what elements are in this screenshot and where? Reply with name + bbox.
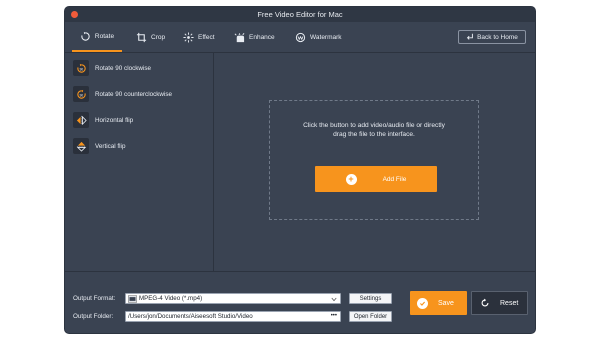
video-format-icon [128, 294, 137, 303]
svg-text:90: 90 [79, 67, 83, 71]
title-bar: Free Video Editor for Mac [65, 7, 535, 22]
chevron-down-icon [331, 297, 337, 302]
tab-rotate-label: Rotate [94, 32, 115, 40]
sidebar-item-label: Rotate 90 clockwise [95, 64, 151, 72]
vertical-flip-icon [76, 141, 86, 152]
sidebar-item-label: Rotate 90 counterclockwise [95, 90, 173, 98]
crop-icon [136, 32, 147, 42]
tab-effect[interactable]: Effect [183, 22, 215, 52]
save-button[interactable]: Save [410, 291, 467, 315]
open-folder-button[interactable]: Open Folder [349, 311, 392, 322]
rotate-counterclockwise-icon: 90 [76, 89, 86, 99]
close-window-button[interactable] [71, 11, 78, 18]
tab-watermark[interactable]: Watermark [295, 22, 342, 52]
tab-watermark-label: Watermark [310, 33, 342, 41]
output-folder-label: Output Folder: [73, 313, 114, 320]
sidebar: 90 Rotate 90 clockwise 90 Rotate 90 coun… [65, 53, 214, 271]
add-file-label: Add File [382, 175, 407, 183]
check-icon [417, 297, 428, 309]
add-file-button[interactable]: + Add File [315, 166, 437, 192]
reset-label: Reset [500, 299, 519, 307]
tab-crop-label: Crop [151, 33, 166, 41]
tab-enhance-label: Enhance [249, 33, 275, 41]
rotate-clockwise-icon: 90 [76, 63, 86, 73]
settings-label: Settings [359, 295, 382, 302]
sidebar-item-vertical-flip[interactable]: Vertical flip [73, 138, 125, 154]
output-panel: Output Format: MPEG-4 Video (*.mp4) Sett… [65, 271, 535, 333]
browse-folder-button[interactable]: ••• [331, 312, 337, 321]
app-window: Free Video Editor for Mac Rotate Crop Ef… [65, 7, 535, 333]
tab-enhance[interactable]: Enhance [234, 22, 275, 52]
horizontal-flip-icon [76, 115, 87, 125]
sidebar-item-rotate-clockwise[interactable]: 90 Rotate 90 clockwise [73, 60, 151, 76]
sidebar-item-label: Horizontal flip [95, 116, 134, 124]
plus-icon: + [345, 173, 357, 185]
tab-rotate[interactable]: Rotate [72, 22, 122, 52]
rotate-icon [81, 31, 90, 41]
tab-effect-label: Effect [198, 33, 215, 41]
window-title: Free Video Editor for Mac [257, 10, 343, 19]
back-to-home-button[interactable]: Back to Home [458, 30, 526, 44]
watermark-icon [295, 32, 306, 42]
back-to-home-label: Back to Home [477, 33, 518, 41]
reset-icon [481, 298, 489, 307]
drop-instructions-line2: drag the file to the interface. [333, 131, 415, 138]
sidebar-item-rotate-counterclockwise[interactable]: 90 Rotate 90 counterclockwise [73, 86, 172, 102]
sidebar-item-label: Vertical flip [95, 142, 126, 150]
svg-text:90: 90 [79, 93, 83, 97]
drop-instructions: Click the button to add video/audio file… [270, 121, 478, 139]
output-format-label: Output Format: [73, 295, 116, 302]
save-label: Save [438, 299, 454, 307]
drop-zone[interactable]: Click the button to add video/audio file… [269, 100, 479, 220]
drop-instructions-line1: Click the button to add video/audio file… [303, 122, 445, 129]
settings-button[interactable]: Settings [349, 293, 392, 304]
toolbar: Rotate Crop Effect Enhance Watermark Bac… [65, 22, 535, 53]
open-folder-label: Open Folder [353, 313, 388, 320]
tab-crop[interactable]: Crop [136, 22, 165, 52]
enhance-icon [234, 32, 245, 42]
output-folder-value: /Users/jon/Documents/Aiseesoft Studio/Vi… [128, 313, 253, 320]
sidebar-item-horizontal-flip[interactable]: Horizontal flip [73, 112, 133, 128]
output-format-select[interactable]: MPEG-4 Video (*.mp4) [125, 293, 341, 304]
effect-icon [183, 31, 194, 43]
output-format-value: MPEG-4 Video (*.mp4) [139, 295, 203, 302]
back-arrow-icon [466, 33, 473, 40]
output-folder-field[interactable]: /Users/jon/Documents/Aiseesoft Studio/Vi… [125, 311, 341, 322]
reset-button[interactable]: Reset [471, 291, 528, 315]
